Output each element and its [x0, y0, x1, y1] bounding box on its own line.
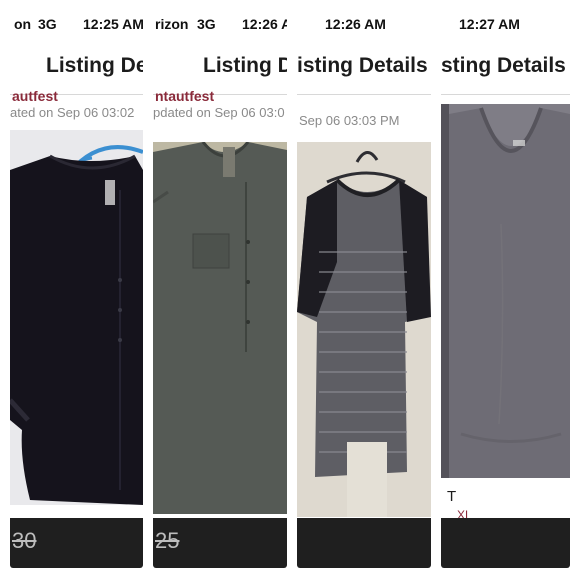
carrier-label: rizon — [155, 16, 189, 32]
screenshot-collage: on 3G 12:25 AM Listing De autfest ated o… — [0, 0, 580, 580]
network-label: 3G — [197, 16, 216, 32]
item-title: T — [447, 488, 457, 505]
listing-photo[interactable] — [10, 130, 143, 505]
nav-title: isting Details — [297, 54, 428, 77]
bottom-bar — [441, 518, 570, 568]
clock: 12:26 A — [242, 16, 287, 32]
gray-henley-photo — [153, 142, 287, 514]
clock: 12:25 AM — [83, 16, 143, 32]
listing-panel-1: on 3G 12:25 AM Listing De autfest ated o… — [10, 10, 143, 568]
network-label: 3G — [38, 16, 57, 32]
raglan-tee-photo — [297, 142, 431, 517]
nav-divider — [441, 94, 570, 95]
nav-title: sting Details — [441, 54, 566, 77]
listing-photo[interactable] — [297, 142, 431, 517]
status-bar: 12:27 AM — [441, 10, 570, 36]
bottom-bar — [297, 518, 431, 568]
nav-divider — [297, 94, 431, 95]
seller-name[interactable]: ntautfest — [155, 88, 214, 104]
status-bar: rizon 3G 12:26 A — [153, 10, 287, 36]
listing-panel-3: 12:26 AM isting Details Sep 06 03:03 PM — [297, 10, 431, 568]
listing-photo[interactable] — [441, 104, 570, 478]
carrier-label: on — [14, 16, 32, 32]
listing-panel-4: 12:27 AM sting Details T XL — [441, 10, 570, 568]
nav-title: Listing De — [46, 54, 143, 77]
status-bar: on 3G 12:25 AM — [10, 10, 143, 36]
seller-name[interactable]: autfest — [12, 88, 58, 104]
clock: 12:27 AM — [459, 16, 520, 32]
bottom-bar: 30 — [10, 518, 143, 568]
updated-timestamp: ated on Sep 06 03:02 — [10, 105, 135, 120]
updated-timestamp: pdated on Sep 06 03:0 — [153, 105, 285, 120]
listing-panel-2: rizon 3G 12:26 A Listing D ntautfest pda… — [153, 10, 287, 568]
clock: 12:26 AM — [325, 16, 386, 32]
listing-photo[interactable] — [153, 142, 287, 514]
price-original: 25 — [155, 528, 180, 553]
bottom-bar: 25 — [153, 518, 287, 568]
black-top-photo — [10, 130, 143, 505]
updated-timestamp: Sep 06 03:03 PM — [299, 113, 400, 128]
vneck-tee-photo — [441, 104, 570, 478]
price-original: 30 — [12, 528, 37, 553]
nav-title: Listing D — [203, 54, 287, 77]
status-bar: 12:26 AM — [297, 10, 431, 36]
